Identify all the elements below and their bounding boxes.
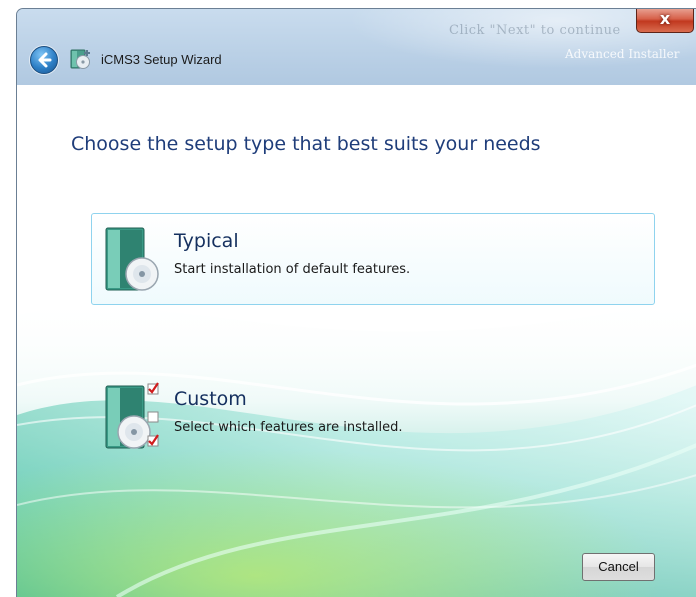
option-custom-title: Custom (174, 388, 247, 410)
background-hint-text: Click "Next" to continue (449, 23, 621, 38)
page-heading: Choose the setup type that best suits yo… (71, 133, 541, 155)
option-typical-description: Start installation of default features. (174, 262, 411, 277)
option-custom-description: Select which features are installed. (174, 420, 403, 435)
cancel-button[interactable]: Cancel (582, 553, 655, 581)
close-icon: x (659, 9, 671, 28)
wizard-content: Choose the setup type that best suits yo… (17, 85, 696, 597)
option-typical-title: Typical (174, 230, 239, 252)
back-arrow-icon (38, 52, 52, 68)
background-wave-art (17, 295, 696, 597)
setup-wizard-window: Click "Next" to continue Advanced Instal… (16, 8, 696, 597)
option-typical[interactable]: Typical Start installation of default fe… (91, 213, 655, 305)
close-button[interactable]: x (636, 9, 694, 33)
brand-watermark: Advanced Installer (565, 47, 680, 61)
app-icon (70, 49, 90, 69)
window-title: iCMS3 Setup Wizard (101, 52, 222, 67)
back-button[interactable] (30, 46, 58, 74)
cd-box-checklist-icon (105, 382, 159, 449)
option-custom[interactable]: Custom Select which features are install… (91, 371, 655, 463)
cd-box-icon (105, 227, 159, 291)
